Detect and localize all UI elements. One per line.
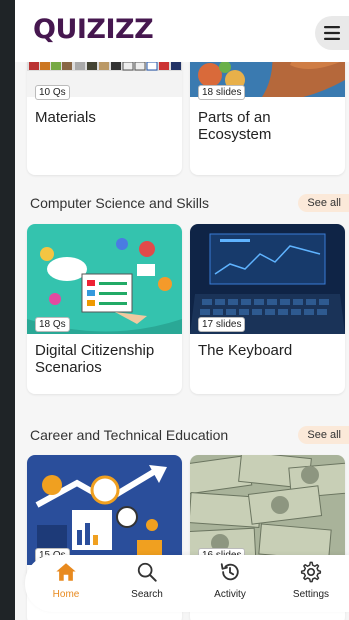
nav-label: Settings	[292, 589, 330, 600]
nav-search[interactable]: Search	[112, 561, 182, 600]
nav-activity[interactable]: Activity	[195, 561, 265, 600]
card-title: Materials	[35, 109, 96, 126]
section-title: Computer Science and Skills	[30, 195, 209, 211]
card-title: The Keyboard	[198, 342, 293, 359]
menu-button[interactable]	[315, 16, 349, 50]
bottom-navigation: Home Search Activity Settings	[25, 555, 349, 612]
search-icon	[137, 562, 157, 582]
nav-home[interactable]: Home	[31, 561, 101, 600]
question-count-badge: 10 Qs	[35, 85, 70, 100]
see-all-button[interactable]: See all	[298, 194, 349, 212]
home-icon	[56, 563, 76, 581]
nav-label: Activity	[214, 589, 246, 600]
see-all-button[interactable]: See all	[298, 426, 349, 444]
gear-icon	[300, 561, 322, 583]
card-title: Digital Citizenship Scenarios	[35, 342, 155, 376]
card-digital-citizenship[interactable]: 18 Qs Digital Citizenship Scenarios	[27, 224, 182, 394]
nav-settings[interactable]: Settings	[276, 561, 346, 600]
nav-label: Search	[131, 589, 163, 600]
slide-count-badge: 17 slides	[198, 317, 246, 332]
top-bar: QUIZIZZ	[15, 0, 349, 62]
hamburger-menu-icon	[324, 26, 340, 40]
app-screen: 10 Qs Materials 18 slides Parts of an Ec…	[15, 0, 349, 620]
card-title: Parts of an Ecosystem	[198, 109, 272, 143]
slide-count-badge: 18 slides	[198, 85, 246, 100]
question-count-badge: 18 Qs	[35, 317, 70, 332]
nav-label: Home	[52, 589, 80, 600]
section-title: Career and Technical Education	[30, 427, 229, 443]
card-the-keyboard[interactable]: 17 slides The Keyboard	[190, 224, 345, 394]
history-icon	[220, 563, 239, 581]
app-logo[interactable]: QUIZIZZ	[33, 14, 154, 45]
